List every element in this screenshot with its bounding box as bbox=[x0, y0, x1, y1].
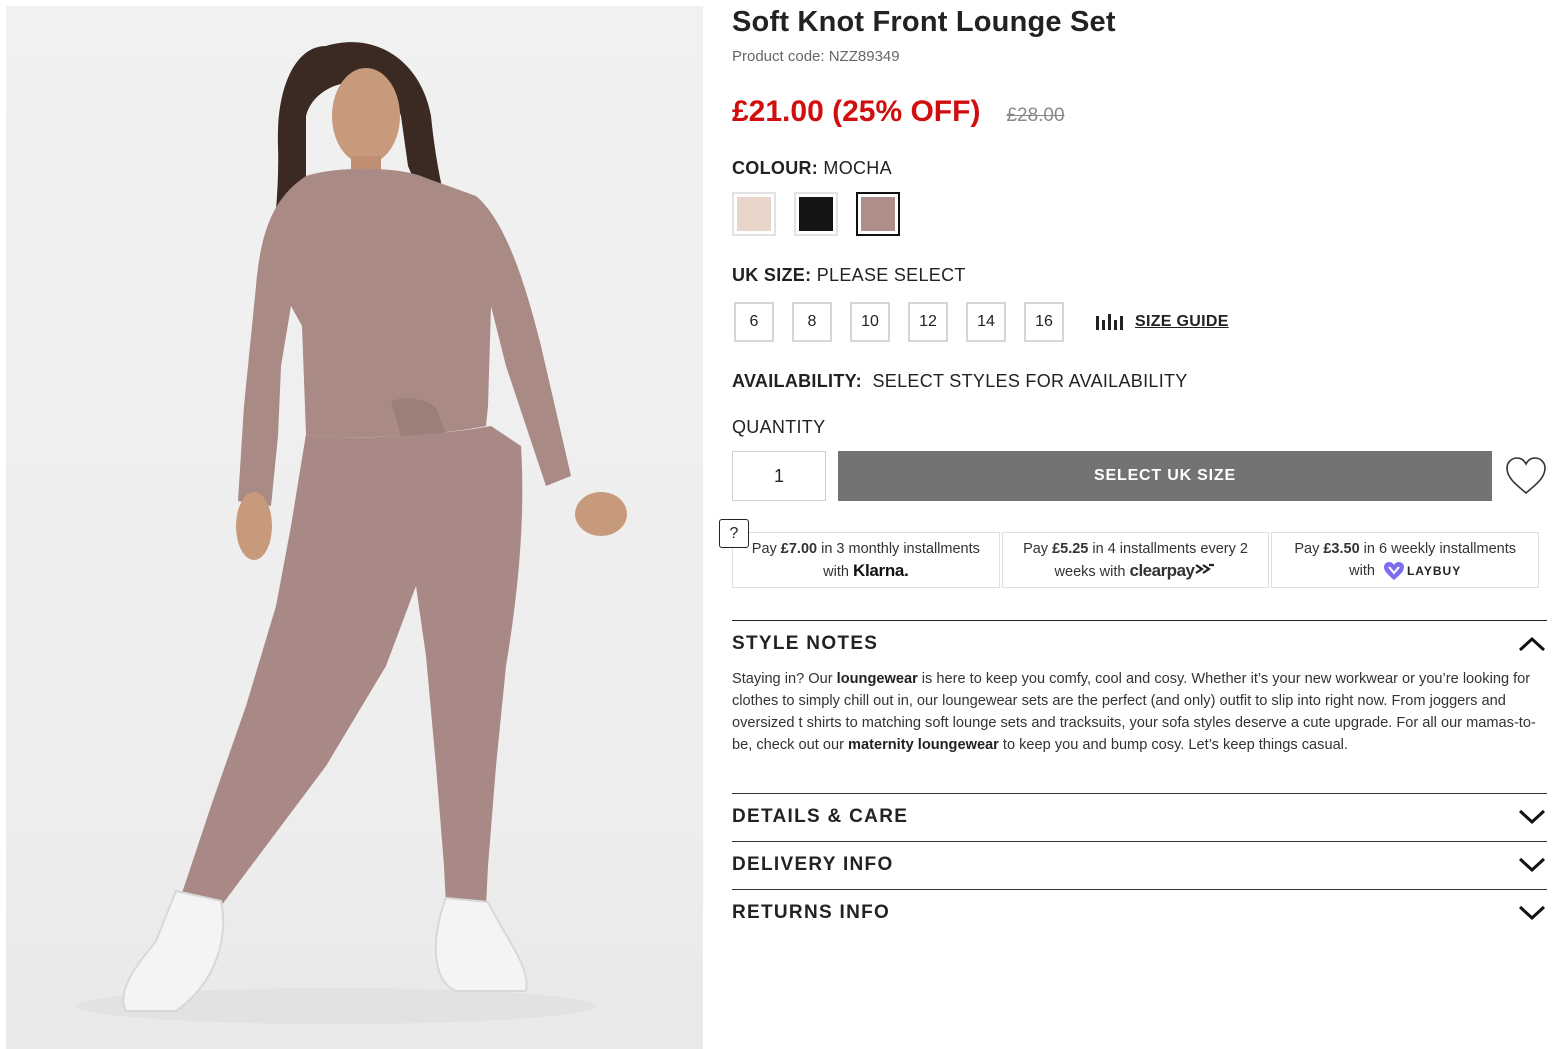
clearpay-logo: clearpay bbox=[1129, 560, 1195, 580]
size-options: 6 8 10 12 14 16 SIZE GUIDE bbox=[734, 302, 1229, 342]
availability-value: SELECT STYLES FOR AVAILABILITY bbox=[872, 371, 1188, 391]
size-option-8[interactable]: 8 bbox=[792, 302, 832, 342]
laybuy-amount: £3.50 bbox=[1323, 541, 1360, 557]
swatch-stone[interactable] bbox=[732, 192, 776, 236]
size-option-12[interactable]: 12 bbox=[908, 302, 948, 342]
laybuy-heart-icon bbox=[1383, 562, 1404, 581]
clearpay-amount: £5.25 bbox=[1052, 540, 1089, 557]
details-care-header[interactable]: DETAILS & CARE bbox=[732, 794, 1547, 840]
size-guide-link[interactable]: SIZE GUIDE bbox=[1096, 313, 1229, 331]
product-info: Soft Knot Front Lounge Set Product code:… bbox=[719, 0, 1548, 1049]
returns-info-title: RETURNS INFO bbox=[732, 902, 891, 923]
swatch-black[interactable] bbox=[794, 192, 838, 236]
klarna-logo: Klarna. bbox=[852, 560, 909, 580]
size-label: UK SIZE: PLEASE SELECT bbox=[732, 265, 966, 286]
quantity-input[interactable]: 1 bbox=[732, 451, 826, 501]
model-photo bbox=[76, 42, 627, 1024]
klarna-text: Pay £7.00 in 3 monthly installments with… bbox=[741, 538, 991, 583]
chevron-down-icon bbox=[1518, 857, 1546, 873]
product-title: Soft Knot Front Lounge Set bbox=[732, 6, 1116, 38]
style-notes-text-1: Staying in? Our bbox=[732, 671, 837, 687]
laybuy-pre: Pay bbox=[1294, 541, 1324, 557]
colour-label: COLOUR: MOCHA bbox=[732, 158, 892, 179]
laybuy-text: Pay £3.50 in 6 weekly installments with … bbox=[1280, 538, 1530, 582]
returns-info-header[interactable]: RETURNS INFO bbox=[732, 890, 1547, 936]
laybuy-logo: LAYBUY bbox=[1406, 564, 1462, 578]
select-size-button[interactable]: SELECT UK SIZE bbox=[838, 451, 1492, 501]
size-option-14[interactable]: 14 bbox=[966, 302, 1006, 342]
style-notes-header[interactable]: STYLE NOTES bbox=[732, 621, 1547, 667]
ruler-icon bbox=[1096, 314, 1123, 330]
product-image[interactable] bbox=[6, 6, 703, 1049]
clearpay-arrows-icon bbox=[1195, 563, 1215, 574]
delivery-info-title: DELIVERY INFO bbox=[732, 854, 894, 875]
style-notes-title: STYLE NOTES bbox=[732, 633, 879, 654]
details-care-title: DETAILS & CARE bbox=[732, 806, 909, 827]
colour-swatches bbox=[732, 192, 900, 236]
clearpay-text: Pay £5.25 in 4 installments every 2 week… bbox=[1011, 538, 1261, 583]
availability-label-key: AVAILABILITY: bbox=[732, 371, 862, 391]
size-option-6[interactable]: 6 bbox=[734, 302, 774, 342]
size-option-16[interactable]: 16 bbox=[1024, 302, 1064, 342]
sale-price: £21.00 (25% OFF) bbox=[732, 95, 981, 128]
colour-value: MOCHA bbox=[823, 158, 892, 178]
swatch-fill bbox=[799, 197, 833, 231]
product-code: Product code: NZZ89349 bbox=[732, 48, 900, 65]
chevron-down-icon bbox=[1518, 905, 1546, 921]
payment-help-button[interactable]: ? bbox=[719, 519, 749, 548]
size-value: PLEASE SELECT bbox=[816, 265, 966, 285]
style-notes-body: Staying in? Our loungewear is here to ke… bbox=[732, 668, 1547, 756]
style-notes-text-3: to keep you and bump cosy. Let’s keep th… bbox=[998, 737, 1348, 753]
payment-options: Pay £7.00 in 3 monthly installments with… bbox=[732, 532, 1540, 588]
delivery-info-header[interactable]: DELIVERY INFO bbox=[732, 842, 1547, 888]
maternity-loungewear-link[interactable]: maternity loungewear bbox=[848, 737, 999, 753]
klarna-option[interactable]: Pay £7.00 in 3 monthly installments with… bbox=[732, 532, 1000, 588]
size-option-10[interactable]: 10 bbox=[850, 302, 890, 342]
original-price: £28.00 bbox=[1006, 105, 1065, 126]
size-label-key: UK SIZE: bbox=[732, 265, 812, 285]
chevron-down-icon bbox=[1518, 809, 1546, 825]
clearpay-pre: Pay bbox=[1023, 540, 1053, 557]
klarna-amount: £7.00 bbox=[780, 540, 818, 557]
swatch-fill bbox=[861, 197, 895, 231]
clearpay-option[interactable]: Pay £5.25 in 4 installments every 2 week… bbox=[1001, 532, 1270, 588]
price-row: £21.00 (25% OFF) £28.00 bbox=[732, 95, 1065, 129]
quantity-label: QUANTITY bbox=[732, 417, 826, 437]
chevron-up-icon bbox=[1518, 636, 1546, 652]
klarna-pre: Pay bbox=[751, 540, 781, 557]
laybuy-option[interactable]: Pay £3.50 in 6 weekly installments with … bbox=[1271, 532, 1540, 588]
loungewear-link[interactable]: loungewear bbox=[837, 671, 918, 687]
swatch-mocha[interactable] bbox=[856, 192, 900, 236]
heart-icon[interactable] bbox=[1504, 455, 1548, 497]
colour-label-key: COLOUR: bbox=[732, 158, 819, 178]
swatch-fill bbox=[737, 197, 771, 231]
size-guide-label: SIZE GUIDE bbox=[1135, 313, 1229, 330]
availability-label: AVAILABILITY: SELECT STYLES FOR AVAILABI… bbox=[732, 371, 1188, 392]
